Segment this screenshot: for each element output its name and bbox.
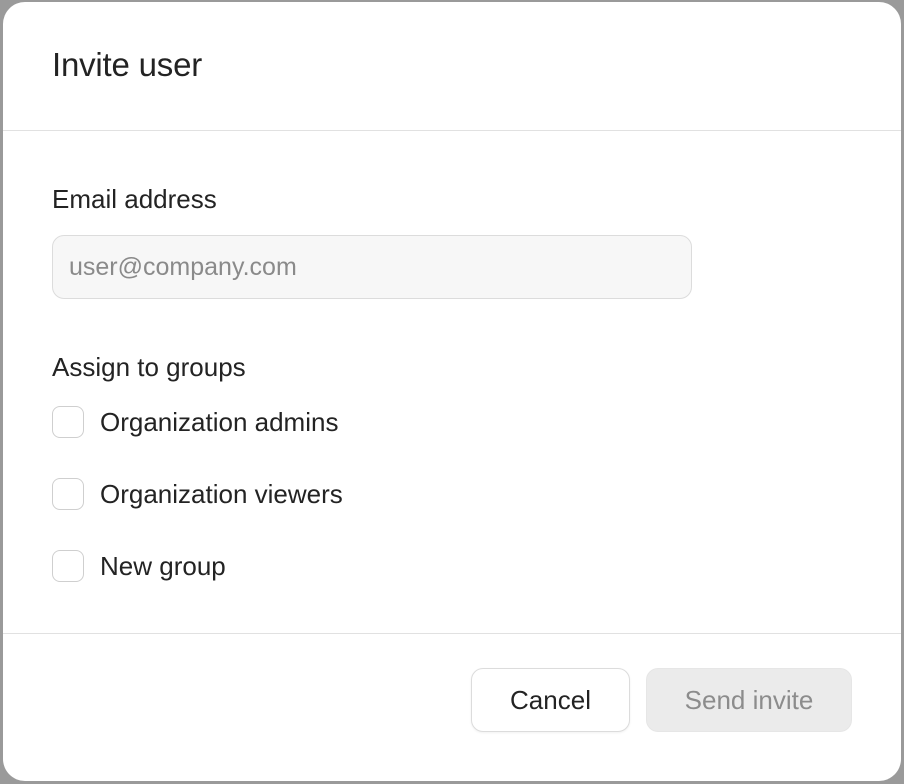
dialog-body: Email address Assign to groups Organizat… [3, 131, 901, 634]
dialog-title: Invite user [52, 46, 203, 83]
group-option-organization-admins[interactable]: Organization admins [52, 406, 338, 438]
group-option-label: Organization viewers [100, 478, 343, 509]
groups-label: Assign to groups [52, 352, 246, 382]
new-group-checkbox[interactable] [52, 550, 84, 582]
group-option-organization-viewers[interactable]: Organization viewers [52, 478, 343, 510]
group-option-new-group[interactable]: New group [52, 550, 226, 582]
group-option-label: New group [100, 550, 226, 581]
email-input[interactable] [52, 235, 692, 299]
dialog-footer: Cancel Send invite [3, 634, 901, 780]
send-invite-button[interactable]: Send invite [646, 668, 852, 732]
group-option-label: Organization admins [100, 406, 339, 437]
cancel-button[interactable]: Cancel [471, 668, 630, 732]
dialog-header: Invite user [3, 2, 901, 131]
organization-viewers-checkbox[interactable] [52, 478, 84, 510]
email-label: Email address [52, 184, 217, 214]
organization-admins-checkbox[interactable] [52, 406, 84, 438]
invite-user-dialog: Invite user Email address Assign to grou… [3, 2, 901, 781]
